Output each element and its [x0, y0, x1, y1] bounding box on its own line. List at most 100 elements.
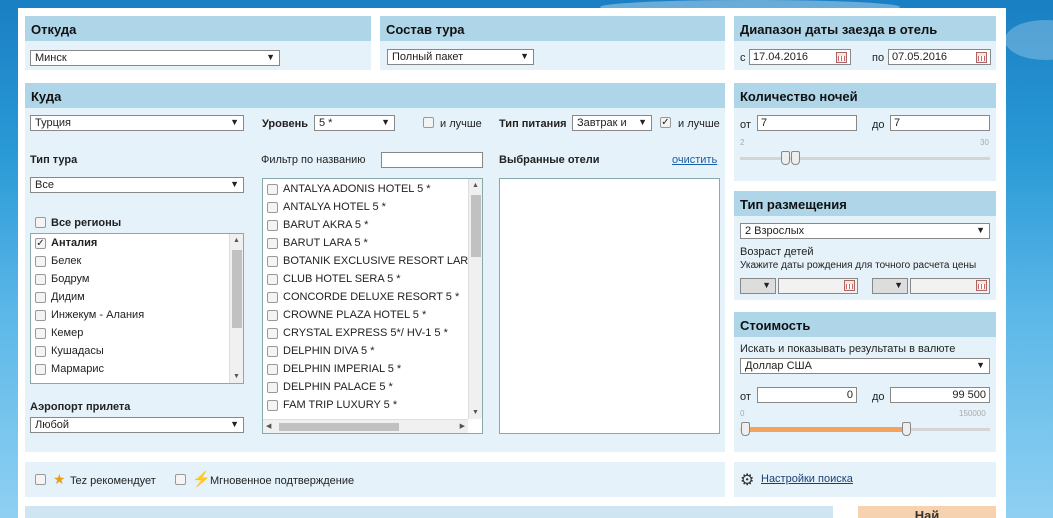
date-from-value: 17.04.2016 [753, 51, 809, 63]
search-settings-link[interactable]: Настройки поиска [761, 473, 853, 485]
region-checkbox[interactable] [35, 346, 46, 357]
hotel-checkbox[interactable] [267, 310, 278, 321]
hotel-checkbox[interactable] [267, 400, 278, 411]
child-age-select-2[interactable]: ▼ [872, 278, 908, 294]
region-label: Анталия [51, 237, 98, 249]
hotel-label: BARUT LARA 5 * [283, 237, 368, 249]
region-checkbox[interactable] [35, 292, 46, 303]
region-label: Кемер [51, 327, 84, 339]
country-select[interactable]: Турция ▼ [30, 115, 244, 131]
currency-select[interactable]: Доллар США ▼ [740, 358, 990, 374]
scroll-up-icon[interactable]: ▲ [233, 237, 240, 244]
find-button-label: Най [914, 508, 940, 518]
gear-icon[interactable]: ⚙ [740, 470, 754, 490]
clear-link[interactable]: очистить [672, 154, 717, 166]
from-select[interactable]: Минск ▼ [30, 50, 280, 66]
tour-type-value: Все [35, 179, 54, 191]
region-checkbox[interactable] [35, 274, 46, 285]
calendar-icon[interactable] [976, 280, 987, 291]
accommodation-value: 2 Взрослых [745, 225, 805, 237]
regions-scrollbar[interactable]: ▲ ▼ [229, 234, 243, 383]
price-from-input[interactable]: 0 [757, 387, 857, 403]
meal-better-checkbox[interactable]: ✓ [660, 117, 671, 128]
scrollbar-thumb[interactable] [232, 250, 242, 328]
hotel-checkbox[interactable] [267, 202, 278, 213]
hotel-checkbox[interactable] [267, 274, 278, 285]
options-panel: ★ Tez рекомендует ⚡ Мгновенное подтвержд… [25, 462, 725, 497]
all-regions-checkbox[interactable] [35, 217, 46, 228]
nights-slider-handle-max[interactable] [791, 151, 800, 165]
region-checkbox[interactable] [35, 256, 46, 267]
scrollbar-thumb[interactable] [279, 423, 399, 431]
calendar-icon[interactable] [844, 280, 855, 291]
chevron-down-icon: ▼ [266, 52, 275, 62]
region-checkbox[interactable] [35, 328, 46, 339]
chevron-down-icon: ▼ [381, 117, 390, 127]
hotel-checkbox[interactable] [267, 184, 278, 195]
chevron-down-icon: ▼ [976, 360, 985, 370]
tour-composition-select[interactable]: Полный пакет ▼ [387, 49, 534, 65]
level-select[interactable]: 5 * ▼ [314, 115, 395, 131]
scrollbar-thumb[interactable] [471, 195, 481, 257]
instant-confirm-checkbox[interactable] [175, 474, 186, 485]
price-from-value: 0 [846, 389, 853, 401]
child-age-select-1[interactable]: ▼ [740, 278, 776, 294]
find-button[interactable]: Най [858, 506, 996, 518]
hotel-checkbox[interactable] [267, 364, 278, 375]
hotel-label: BARUT AKRA 5 * [283, 219, 369, 231]
hotels-horizontal-scrollbar[interactable]: ◀ ▶ [263, 419, 468, 433]
hotel-label: ANTALYA ADONIS HOTEL 5 * [283, 183, 431, 195]
nights-from-input[interactable]: 7 [757, 115, 857, 131]
scroll-up-icon[interactable]: ▲ [472, 182, 479, 189]
hotel-label: CLUB HOTEL SERA 5 * [283, 273, 401, 285]
calendar-icon[interactable] [836, 52, 847, 63]
hotel-checkbox[interactable] [267, 220, 278, 231]
price-to-value: 99 500 [952, 389, 986, 401]
scroll-down-icon[interactable]: ▼ [233, 373, 240, 380]
hotel-checkbox[interactable] [267, 328, 278, 339]
region-checkbox[interactable] [35, 310, 46, 321]
meal-select[interactable]: Завтрак и ▼ [572, 115, 652, 131]
nights-slider-track[interactable] [740, 157, 990, 160]
chevron-down-icon: ▼ [894, 280, 903, 290]
nights-to-input[interactable]: 7 [890, 115, 990, 131]
tour-type-select[interactable]: Все ▼ [30, 177, 244, 193]
hotel-checkbox[interactable] [267, 292, 278, 303]
calendar-icon[interactable] [976, 52, 987, 63]
nights-from-label: от [740, 119, 751, 131]
scroll-left-icon[interactable]: ◀ [266, 422, 271, 430]
hotels-list[interactable]: ANTALYA ADONIS HOTEL 5 * ANTALYA HOTEL 5… [262, 178, 483, 434]
currency-value: Доллар США [745, 360, 812, 372]
scroll-right-icon[interactable]: ▶ [460, 422, 465, 430]
accommodation-title: Тип размещения [734, 191, 996, 216]
region-checkbox[interactable] [35, 364, 46, 375]
hotel-filter-input[interactable] [381, 152, 483, 168]
tez-recommends-checkbox[interactable] [35, 474, 46, 485]
nights-slider-handle-min[interactable] [781, 151, 790, 165]
nights-max-label: 30 [980, 138, 989, 147]
price-slider-handle-max[interactable] [902, 422, 911, 436]
hotel-label: CONCORDE DELUXE RESORT 5 * [283, 291, 460, 303]
chevron-down-icon: ▼ [976, 225, 985, 235]
airport-select[interactable]: Любой ▼ [30, 417, 244, 433]
selected-hotels-box[interactable] [499, 178, 720, 434]
lightning-icon: ⚡ [192, 471, 211, 488]
hotel-label: CROWNE PLAZA HOTEL 5 * [283, 309, 427, 321]
date-from-label: с [740, 52, 746, 64]
meal-label: Тип питания [499, 118, 567, 130]
date-range-title: Диапазон даты заезда в отель [734, 16, 996, 41]
nights-title: Количество ночей [734, 83, 996, 108]
accommodation-panel: Тип размещения 2 Взрослых ▼ Возраст детей… [734, 191, 996, 300]
hotel-checkbox[interactable] [267, 346, 278, 357]
region-checkbox[interactable]: ✓ [35, 238, 46, 249]
accommodation-select[interactable]: 2 Взрослых ▼ [740, 223, 990, 239]
level-better-checkbox[interactable] [423, 117, 434, 128]
scroll-down-icon[interactable]: ▼ [472, 409, 479, 416]
hotel-checkbox[interactable] [267, 382, 278, 393]
price-slider-handle-min[interactable] [741, 422, 750, 436]
hotel-checkbox[interactable] [267, 256, 278, 267]
regions-list[interactable]: ✓ Анталия Белек Бодрум Дидим Инжекум - Ал… [30, 233, 244, 384]
hotel-checkbox[interactable] [267, 238, 278, 249]
hotels-vertical-scrollbar[interactable]: ▲ ▼ [468, 179, 482, 419]
price-to-input[interactable]: 99 500 [890, 387, 990, 403]
